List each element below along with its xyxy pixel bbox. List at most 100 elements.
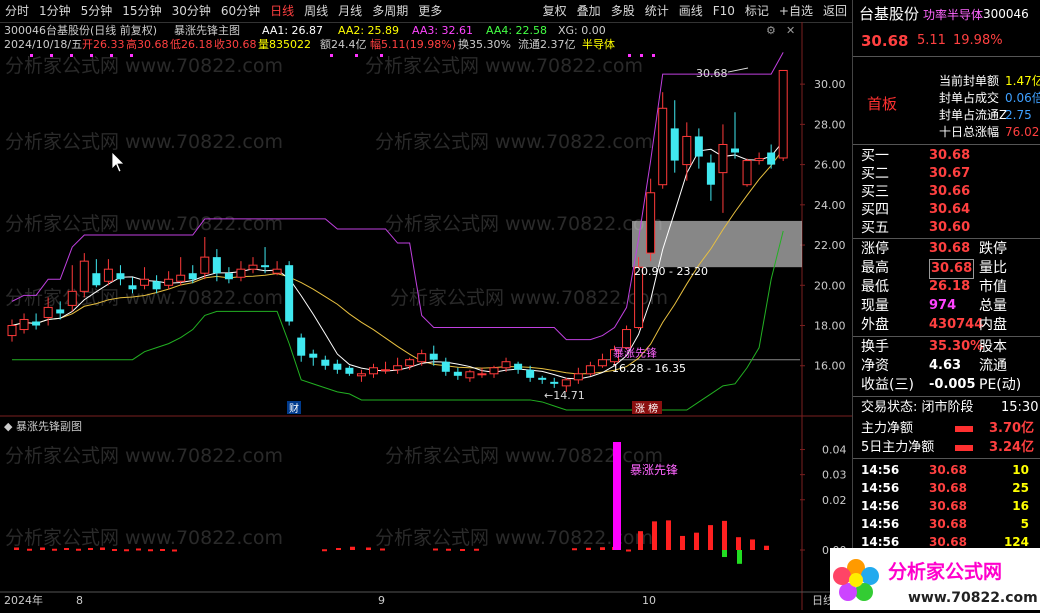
candle-body-15 bbox=[188, 273, 197, 280]
rp-tick-price-2: 30.68 bbox=[929, 499, 967, 513]
toolbar-button-5[interactable]: F10 bbox=[708, 0, 740, 22]
kline-chart-svg[interactable]: 分析家公式网 www.70822.com 分析家公式网 www.70822.com… bbox=[0, 22, 852, 610]
candle-body-7 bbox=[92, 273, 101, 286]
candle-body-48 bbox=[585, 365, 595, 375]
rp-trade-row: 交易状态: 闭市阶段 15:30 bbox=[853, 399, 1040, 417]
zt-badge: 涨 榜 bbox=[635, 402, 658, 415]
rp-bid-price-0: 30.68 bbox=[929, 148, 971, 163]
candle-body-53 bbox=[646, 192, 656, 254]
toolbar-button-4[interactable]: 画线 bbox=[674, 0, 708, 22]
period-tab-3[interactable]: 15分钟 bbox=[117, 0, 166, 22]
rp-seal-label-2: 封单占流通Z bbox=[939, 108, 1008, 122]
rp-stat-v1-3: 974 bbox=[929, 298, 957, 313]
candle-body-2 bbox=[32, 321, 41, 326]
candle-body-59 bbox=[718, 143, 728, 174]
lower-zone-label: 16.28 - 16.35 bbox=[612, 362, 686, 375]
candle-body-36 bbox=[441, 361, 450, 372]
candle-body-8 bbox=[103, 268, 113, 282]
rp-tick-time-2: 14:56 bbox=[861, 499, 900, 513]
rp-stat2-l2-0: 股本 bbox=[979, 339, 1007, 355]
sub-bar-58 bbox=[737, 550, 742, 564]
candle-body-55 bbox=[670, 128, 679, 161]
sub-bar-33 bbox=[433, 548, 438, 551]
candle-body-63 bbox=[767, 152, 776, 165]
rp-stat2-v1-0: 35.30% bbox=[929, 339, 984, 354]
period-tab-6[interactable]: 日线 bbox=[265, 0, 299, 22]
period-tab-4[interactable]: 30分钟 bbox=[167, 0, 216, 22]
toolbar-button-1[interactable]: 叠加 bbox=[572, 0, 606, 22]
candle-body-11 bbox=[140, 278, 150, 286]
rp-stat-l2-3: 总量 bbox=[979, 298, 1007, 314]
header-vol: 量835022 bbox=[258, 38, 311, 51]
period-tab-2[interactable]: 5分钟 bbox=[76, 0, 118, 22]
header-high: 高30.68 bbox=[126, 37, 169, 51]
period-tab-8[interactable]: 月线 bbox=[333, 0, 367, 22]
candle-body-21 bbox=[261, 265, 270, 268]
period-tab-10[interactable]: 更多 bbox=[413, 0, 447, 22]
rp-bid-label-4: 买五 bbox=[861, 220, 889, 236]
candle-body-31 bbox=[381, 369, 391, 372]
header-amt: 额24.4亿 bbox=[320, 38, 367, 51]
signal-dot-2 bbox=[70, 54, 73, 57]
rp-bid-price-4: 30.60 bbox=[929, 220, 971, 235]
candle-body-40 bbox=[489, 367, 499, 375]
candle-body-58 bbox=[706, 162, 715, 185]
candle-body-16 bbox=[200, 256, 210, 274]
toolbar-button-0[interactable]: 复权 bbox=[538, 0, 572, 22]
candle-body-60 bbox=[731, 148, 739, 153]
rp-stat2-row-1: 净资 4.63 流通 bbox=[853, 357, 1040, 375]
toolbar-button-2[interactable]: 多股 bbox=[606, 0, 640, 22]
period-tab-1[interactable]: 1分钟 bbox=[34, 0, 76, 22]
toolbar-button-3[interactable]: 统计 bbox=[640, 0, 674, 22]
candle-body-39 bbox=[477, 373, 487, 376]
candle-body-61 bbox=[742, 160, 752, 186]
candle-body-4 bbox=[56, 309, 65, 314]
price-label-6: 18.00 bbox=[814, 320, 846, 333]
period-toolbar: 分时 1分钟 5分钟 15分钟 30分钟 60分钟 日线 周线 月线 多周期 更多 复权 叠加 多股 统计画… bbox=[0, 0, 852, 23]
candle-body-33 bbox=[405, 359, 415, 367]
period-tab-0[interactable]: 分时 bbox=[0, 0, 34, 22]
toolbar-button-7[interactable]: +自选 bbox=[774, 0, 818, 22]
signal-dot-4 bbox=[110, 54, 113, 57]
price-label-4: 22.00 bbox=[814, 239, 846, 252]
header-float: 流通2.37亿 bbox=[518, 37, 576, 51]
stock-code: 300046 bbox=[4, 24, 46, 37]
candle-body-38 bbox=[465, 371, 475, 379]
sub-bar-34 bbox=[446, 548, 451, 551]
watermark-5: 分析家公式网 www.70822.com bbox=[385, 213, 663, 235]
rp-stat-l1-4: 外盘 bbox=[861, 317, 889, 333]
rp-trade-state: 交易状态: 闭市阶段 bbox=[861, 400, 974, 415]
candle-body-27 bbox=[333, 363, 342, 370]
rp-stat2-l2-1: 流通 bbox=[979, 358, 1007, 374]
watermark-0: 分析家公式网 www.70822.com bbox=[5, 55, 283, 77]
rp-bid-row-3: 买四 30.64 bbox=[853, 201, 1040, 219]
candle-body-35 bbox=[429, 353, 438, 360]
candle-body-30 bbox=[369, 367, 378, 375]
aa4-value: AA4: 22.58 bbox=[486, 24, 547, 37]
period-tab-5[interactable]: 60分钟 bbox=[216, 0, 265, 22]
candle-body-42 bbox=[514, 363, 523, 370]
rp-bid-label-0: 买一 bbox=[861, 148, 889, 164]
sub-bar-53 bbox=[722, 520, 727, 550]
period-tab-7[interactable]: 周线 bbox=[299, 0, 333, 22]
logo-url: www.70822.com bbox=[908, 590, 1038, 606]
period-tab-9[interactable]: 多周期 bbox=[367, 0, 413, 22]
rp-price-row: 30.68 5.11 19.98% bbox=[853, 32, 1040, 50]
rp-bid-row-2: 买三 30.66 bbox=[853, 183, 1040, 201]
price-label-2: 26.00 bbox=[814, 159, 846, 172]
sub-bar-25 bbox=[336, 547, 341, 550]
rp-title-row: 台基股份 功率半导体 300046 bbox=[853, 5, 1040, 23]
candle-body-9 bbox=[116, 273, 125, 280]
sub-bar-56 bbox=[764, 545, 769, 550]
candle-body-32 bbox=[393, 365, 403, 371]
sub-bar-1 bbox=[27, 548, 32, 551]
header-low: 低26.18 bbox=[170, 38, 213, 51]
toolbar-button-6[interactable]: 标记 bbox=[740, 0, 774, 22]
sub-axis-1: 0.03 bbox=[822, 469, 847, 482]
candle-body-47 bbox=[573, 373, 583, 381]
rp-bid-price-1: 30.67 bbox=[929, 166, 971, 181]
toolbar-button-8[interactable]: 返回 bbox=[818, 0, 852, 22]
time-year: 2024年 bbox=[4, 593, 43, 607]
chart-area[interactable]: 分析家公式网 www.70822.com 分析家公式网 www.70822.com… bbox=[0, 22, 852, 610]
top-price-arrow bbox=[727, 67, 749, 73]
